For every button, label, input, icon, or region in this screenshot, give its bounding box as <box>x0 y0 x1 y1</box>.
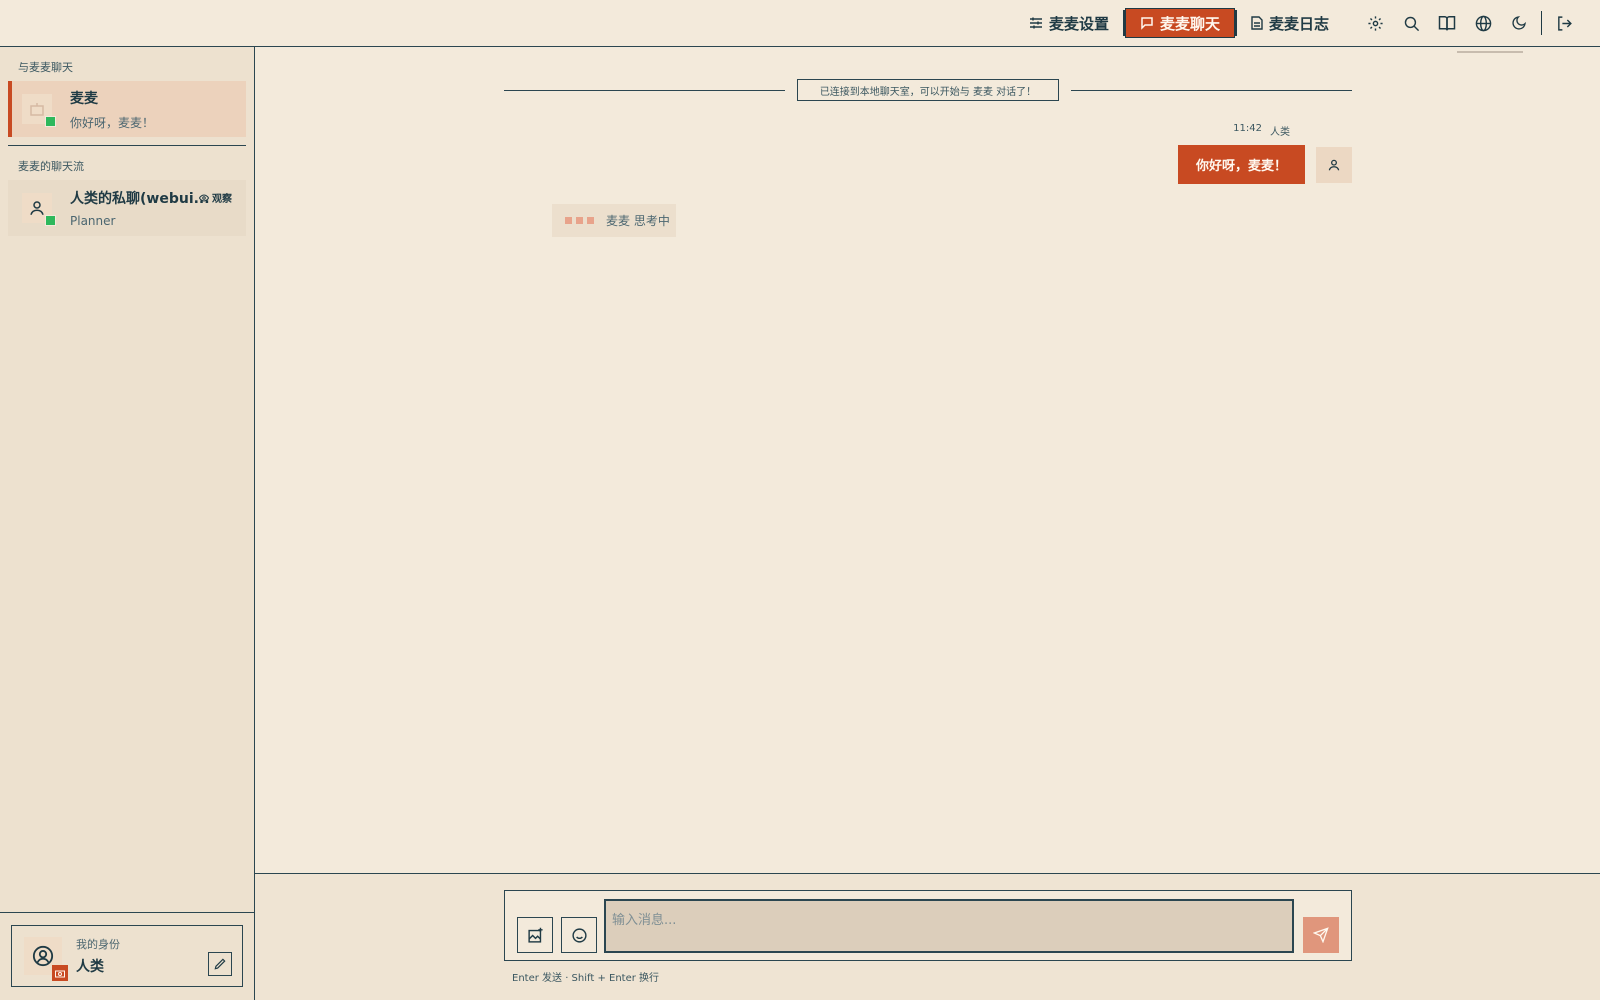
sliders-icon <box>1029 17 1042 29</box>
nav-settings-button[interactable]: 麦麦设置 <box>1015 8 1123 38</box>
settings-button[interactable] <box>1357 8 1393 38</box>
message-avatar <box>1316 147 1352 183</box>
theme-toggle-button[interactable] <box>1501 8 1537 38</box>
search-icon <box>1404 16 1419 31</box>
emoji-icon <box>571 927 587 943</box>
message-time: 11:42 <box>1233 123 1262 134</box>
camera-badge[interactable] <box>52 965 68 981</box>
bot-avatar <box>22 94 56 127</box>
chat-bubble-icon <box>1141 17 1153 30</box>
observe-label: 观察 <box>212 194 232 205</box>
user-circle-icon <box>32 945 54 967</box>
search-button[interactable] <box>1393 8 1429 38</box>
online-status-dot <box>45 116 56 127</box>
logout-icon <box>1557 15 1572 31</box>
logout-button[interactable] <box>1546 8 1582 38</box>
camera-icon <box>55 970 65 977</box>
identity-name: 人类 <box>76 959 104 975</box>
system-divider-right <box>1071 90 1352 91</box>
user-avatar <box>22 193 56 226</box>
emoji-button[interactable] <box>561 917 597 953</box>
chat-name: 麦麦 <box>70 90 98 107</box>
composer-area: Enter 发送 · Shift + Enter 换行 <box>255 873 1600 1000</box>
sidebar: 与麦麦聊天 麦麦 你好呀，麦麦！ 麦麦的聊天流 人类的私聊(webui... P… <box>0 47 255 1000</box>
globe-icon <box>1475 15 1491 31</box>
document-icon <box>1251 16 1263 30</box>
composer-box <box>504 890 1352 961</box>
nav-log-label: 麦麦日志 <box>1268 14 1329 33</box>
user-message-bubble: 你好呀，麦麦！ <box>1178 145 1305 184</box>
keyboard-hint: Enter 发送 · Shift + Enter 换行 <box>512 973 660 984</box>
send-button[interactable] <box>1303 917 1339 953</box>
book-icon <box>1438 15 1456 30</box>
nav-settings-label: 麦麦设置 <box>1048 14 1109 33</box>
thinking-indicator: 麦麦 思考中 <box>552 204 676 237</box>
language-button[interactable] <box>1465 8 1501 38</box>
section-label-chat: 与麦麦聊天 <box>18 61 73 74</box>
top-navbar: 麦麦设置 麦麦聊天 麦麦日志 <box>0 0 1600 47</box>
system-divider-left <box>504 90 785 91</box>
identity-avatar[interactable] <box>24 937 68 981</box>
nav-separator <box>1541 11 1542 35</box>
message-input[interactable] <box>604 899 1294 953</box>
docs-button[interactable] <box>1429 8 1465 38</box>
system-message: 已连接到本地聊天室，可以开始与 麦麦 对话了！ <box>797 79 1059 101</box>
chat-preview: 你好呀，麦麦！ <box>70 115 155 130</box>
identity-card: 我的身份 人类 <box>11 925 243 987</box>
stream-sub: Planner <box>70 214 116 228</box>
typing-dot <box>565 217 572 224</box>
user-icon <box>30 201 44 215</box>
upload-image-button[interactable] <box>517 917 553 953</box>
typing-dot <box>576 217 583 224</box>
identity-panel: 我的身份 人类 <box>0 912 254 1000</box>
online-status-dot <box>45 215 56 226</box>
sidebar-item-bot-chat[interactable]: 麦麦 你好呀，麦麦！ <box>8 81 246 137</box>
section-label-streams: 麦麦的聊天流 <box>18 160 84 173</box>
nav-chat-label: 麦麦聊天 <box>1159 14 1220 33</box>
nav-chat-button[interactable]: 麦麦聊天 <box>1124 8 1235 38</box>
identity-label: 我的身份 <box>76 938 120 951</box>
sidebar-item-stream[interactable]: 人类的私聊(webui... Planner 观察 <box>8 180 246 236</box>
thinking-text: 麦麦 思考中 <box>606 214 670 228</box>
nav-log-button[interactable]: 麦麦日志 <box>1237 8 1343 38</box>
gear-icon <box>1367 15 1383 31</box>
chat-main: 已连接到本地聊天室，可以开始与 麦麦 对话了！ 11:42 人类 你好呀，麦麦！… <box>255 47 1600 873</box>
send-icon <box>1313 927 1329 943</box>
message-meta: 11:42 人类 <box>1233 123 1290 138</box>
user-icon <box>1328 159 1340 171</box>
observe-badge: 观察 <box>199 190 232 205</box>
message-sender: 人类 <box>1270 127 1290 138</box>
pencil-icon <box>214 958 226 970</box>
typing-dot <box>587 217 594 224</box>
image-plus-icon <box>527 927 543 943</box>
robot-icon <box>30 103 44 116</box>
stream-name: 人类的私聊(webui... <box>70 191 210 207</box>
moon-icon <box>1512 16 1526 30</box>
eye-icon <box>199 193 209 202</box>
edit-identity-button[interactable] <box>208 952 232 976</box>
